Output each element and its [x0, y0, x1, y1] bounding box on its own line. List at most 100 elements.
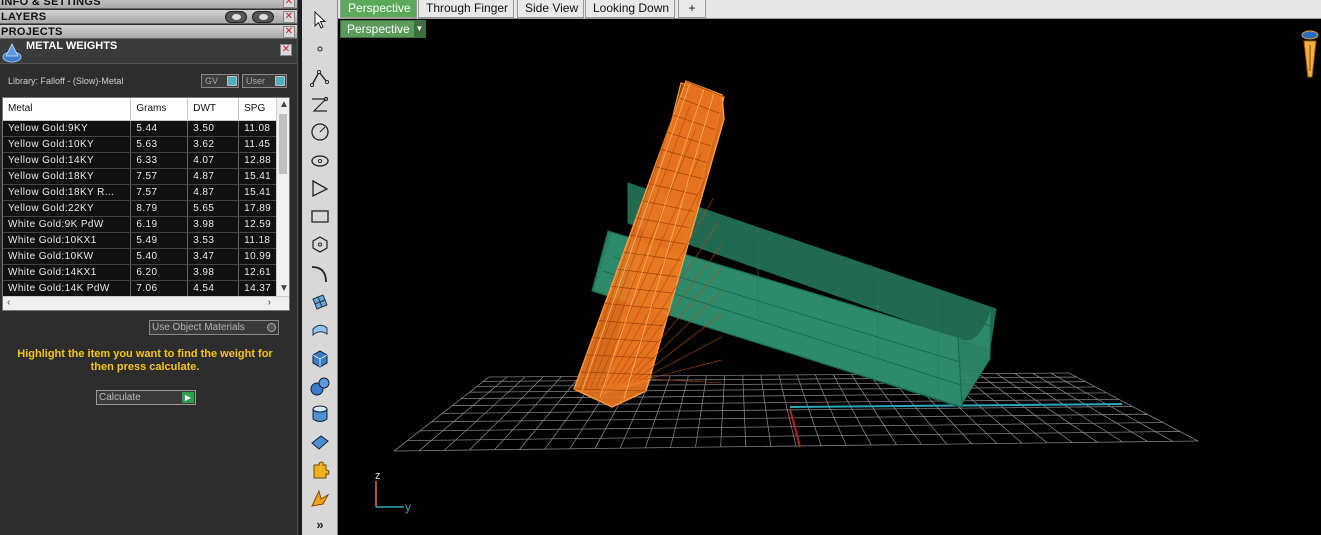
rectangle-icon[interactable]	[306, 204, 334, 228]
gv-toggle[interactable]: GV	[201, 74, 239, 88]
dwt-cell: 3.98	[187, 264, 240, 281]
close-icon[interactable]: ✕	[283, 26, 295, 38]
metal-cell: White Gold:10KW	[3, 248, 132, 265]
column-header-metal[interactable]: Metal	[3, 98, 132, 121]
close-icon[interactable]: ✕	[283, 0, 295, 8]
table-header-row: Metal Grams DWT SPG	[3, 98, 289, 121]
grams-cell: 8.79	[130, 200, 189, 217]
cylinder-icon[interactable]	[306, 402, 334, 426]
layers-header[interactable]: LAYERS ✕	[0, 10, 297, 24]
triangle-icon[interactable]	[306, 176, 334, 200]
metal-cell: Yellow Gold:18KY	[3, 168, 132, 185]
scroll-up-icon[interactable]: ▲	[279, 99, 289, 111]
scroll-right-icon[interactable]: ›	[268, 297, 271, 309]
table-row[interactable]: White Gold:10KX1 5.49 3.53 11.18	[3, 232, 289, 249]
metal-cell: White Gold:10KX1	[3, 232, 132, 249]
point-icon[interactable]	[306, 36, 334, 60]
metal-cell: White Gold:14K PdW	[3, 280, 132, 297]
circle-icon[interactable]	[306, 120, 334, 144]
gv-toggle-knob	[227, 76, 237, 86]
left-panel: INFO & SETTINGS ✕ LAYERS ✕ PROJECTS ✕ ME…	[0, 0, 297, 535]
horizontal-scrollbar[interactable]: ‹ ›	[3, 296, 289, 310]
library-label: Library: Falloff - (Slow)-Metal	[8, 76, 124, 86]
user-label: User	[246, 76, 266, 86]
arc-icon[interactable]	[306, 262, 334, 286]
close-icon[interactable]: ✕	[280, 44, 292, 56]
flare-icon[interactable]	[306, 486, 334, 510]
3d-scene[interactable]: z y	[338, 19, 1321, 535]
dwt-cell: 4.54	[187, 280, 240, 297]
layer-visibility-icon[interactable]	[225, 11, 247, 23]
grams-cell: 7.57	[130, 184, 189, 201]
table-row[interactable]: Yellow Gold:14KY 6.33 4.07 12.88	[3, 152, 289, 169]
calculate-button[interactable]: Calculate ▶	[96, 390, 196, 405]
calculate-label: Calculate	[99, 392, 141, 403]
view-mode-dropdown[interactable]: Perspective ▼	[340, 20, 426, 38]
table-row[interactable]: Yellow Gold:18KY R... 7.57 4.87 15.41	[3, 184, 289, 201]
3d-viewport[interactable]: z y	[338, 19, 1321, 535]
tab-looking-down[interactable]: Looking Down	[585, 0, 676, 18]
table-row[interactable]: Yellow Gold:10KY 5.63 3.62 11.45	[3, 136, 289, 153]
revolve-icon[interactable]	[306, 318, 334, 342]
column-header-grams[interactable]: Grams	[130, 98, 189, 121]
scroll-down-icon[interactable]: ▼	[279, 283, 289, 295]
tool-palette: »	[302, 0, 338, 535]
polyline-icon[interactable]	[306, 66, 334, 90]
plane-icon[interactable]	[306, 430, 334, 454]
user-toggle[interactable]: User	[242, 74, 287, 88]
spheres-icon[interactable]	[306, 374, 334, 398]
scroll-thumb[interactable]	[279, 114, 287, 174]
tab-perspective[interactable]: Perspective	[340, 0, 417, 18]
metal-weights-header: METAL WEIGHTS ✕	[0, 39, 297, 64]
box-icon[interactable]	[306, 346, 334, 370]
add-tab-button[interactable]: +	[678, 0, 706, 18]
eye-icon[interactable]	[252, 11, 274, 23]
grams-cell: 6.19	[130, 216, 189, 233]
axis-gizmo: z y	[375, 470, 411, 514]
projects-header[interactable]: PROJECTS ✕	[0, 25, 297, 39]
chevron-down-icon[interactable]: ▼	[414, 21, 425, 37]
metal-cell: Yellow Gold:14KY	[3, 152, 132, 169]
dwt-cell: 3.53	[187, 232, 240, 249]
metal-table[interactable]: Metal Grams DWT SPG Yellow Gold:9KY 5.44 3…	[2, 97, 290, 311]
table-row[interactable]: Yellow Gold:22KY 8.79 5.65 17.89	[3, 200, 289, 217]
table-row[interactable]: White Gold:10KW 5.40 3.47 10.99	[3, 248, 289, 265]
tab-side-view[interactable]: Side View	[517, 0, 585, 18]
column-header-dwt[interactable]: DWT	[187, 98, 240, 121]
table-row[interactable]: White Gold:14KX1 6.20 3.98 12.61	[3, 264, 289, 281]
table-row[interactable]: White Gold:9K PdW 6.19 3.98 12.59	[3, 216, 289, 233]
user-toggle-knob	[275, 76, 285, 86]
select-arrow-icon[interactable]	[306, 8, 334, 32]
curve-points-icon[interactable]	[306, 93, 334, 117]
instruction-text: Highlight the item you want to find the …	[17, 348, 273, 373]
view-orientation-icon[interactable]	[1301, 30, 1319, 78]
table-row[interactable]: White Gold:14K PdW 7.06 4.54 14.37	[3, 280, 289, 297]
ellipse-icon[interactable]	[306, 148, 334, 172]
metal-weights-title: METAL WEIGHTS	[26, 40, 118, 52]
tab-through-finger[interactable]: Through Finger	[418, 0, 515, 18]
projects-title: PROJECTS	[1, 26, 63, 38]
grams-cell: 5.40	[130, 248, 189, 265]
metal-cell: Yellow Gold:9KY	[3, 120, 132, 137]
dwt-cell: 3.47	[187, 248, 240, 265]
close-icon[interactable]: ✕	[283, 11, 295, 23]
info-settings-header[interactable]: INFO & SETTINGS ✕	[0, 0, 297, 9]
vertical-scrollbar[interactable]: ▲ ▼	[276, 98, 289, 296]
more-tools-button[interactable]: »	[306, 512, 334, 535]
grams-cell: 7.06	[130, 280, 189, 297]
radio-icon[interactable]	[267, 323, 276, 332]
metal-weights-logo-icon	[2, 43, 22, 63]
play-icon: ▶	[182, 392, 194, 403]
polygon-icon[interactable]	[306, 232, 334, 256]
table-row[interactable]: Yellow Gold:18KY 7.57 4.87 15.41	[3, 168, 289, 185]
grams-cell: 7.57	[130, 168, 189, 185]
dwt-cell: 3.50	[187, 120, 240, 137]
use-object-materials-option[interactable]: Use Object Materials	[149, 320, 279, 335]
scroll-left-icon[interactable]: ‹	[7, 297, 10, 309]
ground-grid	[393, 372, 1199, 452]
grams-cell: 6.33	[130, 152, 189, 169]
table-row[interactable]: Yellow Gold:9KY 5.44 3.50 11.08	[3, 120, 289, 137]
puzzle-icon[interactable]	[306, 458, 334, 482]
surface-grid-icon[interactable]	[306, 290, 334, 314]
dwt-cell: 4.07	[187, 152, 240, 169]
